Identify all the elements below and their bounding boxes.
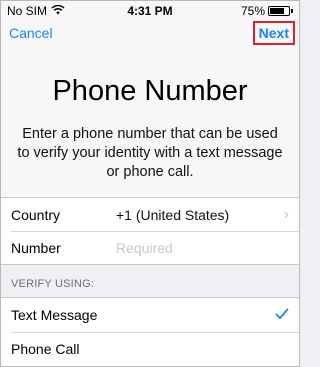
phone-form: Country +1 (United States) › Number Requ… xyxy=(1,197,299,265)
battery-tip xyxy=(291,9,293,13)
navigation-bar: Cancel Next xyxy=(1,21,299,47)
status-right: 75% xyxy=(241,4,293,18)
country-label: Country xyxy=(11,206,61,223)
country-value: +1 (United States) xyxy=(116,206,230,223)
verify-options: Text Message Phone Call xyxy=(1,297,299,366)
number-input[interactable]: Required xyxy=(116,240,173,256)
number-label: Number xyxy=(11,239,61,256)
battery-fill xyxy=(270,8,284,14)
verify-section-header: VERIFY USING: xyxy=(11,278,95,290)
next-button[interactable]: Next xyxy=(252,21,295,45)
option-label: Phone Call xyxy=(11,341,80,357)
country-row[interactable]: Country +1 (United States) › xyxy=(1,198,299,231)
option-phone-call[interactable]: Phone Call xyxy=(1,332,299,366)
page-description: Enter a phone number that can be used to… xyxy=(17,126,283,180)
status-bar: No SIM 4:31 PM 75% xyxy=(1,1,299,21)
page-title: Phone Number xyxy=(52,75,248,107)
header-content: Phone Number Enter a phone number that c… xyxy=(1,47,299,197)
chevron-right-icon: › xyxy=(283,205,289,223)
phone-screen: No SIM 4:31 PM 75% Cancel Next Phone Num… xyxy=(0,0,300,367)
option-text-message[interactable]: Text Message xyxy=(1,298,299,332)
cancel-button[interactable]: Cancel xyxy=(9,25,53,41)
battery-percent: 75% xyxy=(240,4,265,18)
checkmark-icon xyxy=(275,307,289,325)
battery-icon xyxy=(268,6,290,16)
option-label: Text Message xyxy=(11,307,98,323)
number-row[interactable]: Number Required xyxy=(1,231,299,264)
